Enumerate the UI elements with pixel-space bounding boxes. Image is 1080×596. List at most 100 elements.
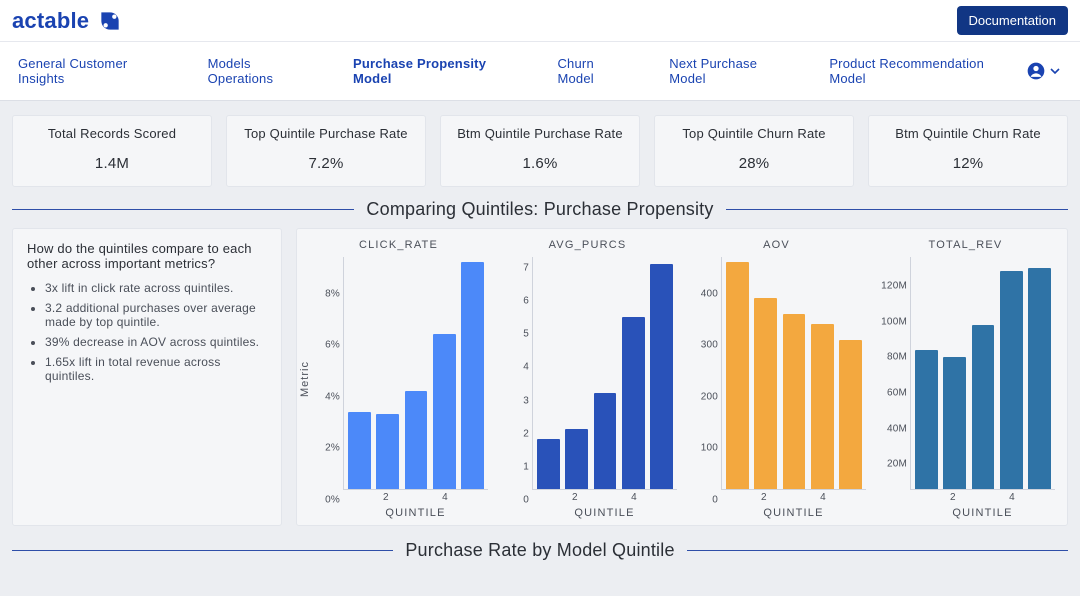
y-tick: 8% [325, 288, 340, 299]
note-bullet: 3x lift in click rate across quintiles. [45, 281, 267, 295]
x-tick: 2 [383, 492, 389, 503]
y-ticks: 20M40M60M80M100M120M [877, 257, 911, 489]
bars [722, 257, 866, 489]
brand-name: actable [12, 8, 89, 34]
y-tick: 1 [523, 461, 529, 472]
bars [533, 257, 677, 489]
bars [911, 257, 1055, 489]
x-axis-label: QUINTILE [343, 507, 488, 519]
x-tick: 4 [442, 492, 448, 503]
kpi-label: Top Quintile Churn Rate [663, 126, 845, 141]
bar [537, 439, 560, 489]
section-title: Comparing Quintiles: Purchase Propensity [366, 199, 713, 220]
y-tick: 4 [523, 362, 529, 373]
y-tick: 6% [325, 340, 340, 351]
x-axis-label: QUINTILE [910, 507, 1055, 519]
divider [12, 209, 354, 210]
note-bullet: 3.2 additional purchases over average ma… [45, 301, 267, 329]
nav-tab[interactable]: Product Recommendation Model [823, 42, 1018, 100]
y-tick: 120M [881, 280, 907, 291]
chart-plot: 0%2%4%6%8% [343, 257, 488, 490]
y-tick: 100M [881, 316, 907, 327]
chart-panel: AVG_PURCS 0 1 2 3 4 5 6 7 24 QUINTILE [498, 239, 677, 519]
nav-tabs: General Customer Insights Models Operatio… [12, 42, 1018, 100]
chart-title: TOTAL_REV [876, 239, 1055, 251]
x-ticks: 24 [532, 490, 677, 503]
note-bullet: 39% decrease in AOV across quintiles. [45, 335, 267, 349]
bar [811, 324, 834, 489]
bar [726, 262, 749, 489]
y-tick: 3 [523, 395, 529, 406]
kpi-card: Btm Quintile Purchase Rate1.6% [440, 115, 640, 187]
x-ticks: 24 [910, 490, 1055, 503]
top-bar: actable Documentation [0, 0, 1080, 42]
y-tick: 40M [887, 423, 907, 434]
x-ticks: 24 [343, 490, 488, 503]
bar [565, 429, 588, 489]
kpi-card: Top Quintile Purchase Rate7.2% [226, 115, 426, 187]
x-tick: 4 [820, 492, 826, 503]
kpi-label: Btm Quintile Purchase Rate [449, 126, 631, 141]
divider [12, 550, 393, 551]
kpi-card: Top Quintile Churn Rate 28% [654, 115, 854, 187]
y-ticks: 0100200300400 [688, 257, 722, 489]
kpi-value: 28% [663, 155, 845, 172]
note-question: How do the quintiles compare to each oth… [27, 241, 267, 271]
y-tick: 0 [712, 495, 718, 506]
quintile-chart-box: Metric CLICK_RATE0%2%4%6%8%24QUINTILEAVG… [296, 228, 1068, 526]
y-tick: 300 [701, 340, 718, 351]
y-tick: 4% [325, 391, 340, 402]
chart-panel: TOTAL_REV 20M40M60M80M100M120M24 QUINTILE [876, 239, 1055, 519]
y-tick: 7 [523, 263, 529, 274]
chart-plot: 0100200300400 [721, 257, 866, 490]
kpi-value: 7.2% [235, 155, 417, 172]
y-tick: 20M [887, 459, 907, 470]
x-axis-label: QUINTILE [532, 507, 677, 519]
y-ticks: 01234567 [499, 257, 533, 489]
note-bullets: 3x lift in click rate across quintiles. 3… [27, 281, 267, 383]
x-tick: 2 [572, 492, 578, 503]
nav-tab[interactable]: Models Operations [202, 42, 319, 100]
bar [943, 357, 966, 489]
user-menu[interactable] [1018, 53, 1068, 89]
nav-tab[interactable]: Next Purchase Model [663, 42, 795, 100]
x-tick: 2 [761, 492, 767, 503]
y-tick: 100 [701, 443, 718, 454]
nav-tab[interactable]: Churn Model [551, 42, 635, 100]
x-ticks: 24 [721, 490, 866, 503]
note-bullet: 1.65x lift in total revenue across quint… [45, 355, 267, 383]
bar [376, 414, 399, 489]
chart-plot: 20M40M60M80M100M120M [910, 257, 1055, 490]
bar [1000, 271, 1023, 489]
kpi-value: 12% [877, 155, 1059, 172]
chart-title: AVG_PURCS [498, 239, 677, 251]
y-tick: 60M [887, 387, 907, 398]
chart-title: AOV [687, 239, 866, 251]
y-tick: 2 [523, 428, 529, 439]
y-tick: 5 [523, 329, 529, 340]
user-icon [1026, 61, 1046, 81]
chart-panel: AOV010020030040024QUINTILE [687, 239, 866, 519]
y-tick: 6 [523, 296, 529, 307]
bar [622, 317, 645, 489]
section-heading-quintiles: Comparing Quintiles: Purchase Propensity [0, 195, 1080, 228]
chevron-down-icon [1050, 66, 1060, 76]
x-tick: 2 [950, 492, 956, 503]
bar [461, 262, 484, 489]
y-tick: 400 [701, 288, 718, 299]
y-tick: 200 [701, 391, 718, 402]
bar [783, 314, 806, 489]
insight-note: How do the quintiles compare to each oth… [12, 228, 282, 526]
y-tick: 0 [523, 495, 529, 506]
y-tick: 0% [325, 495, 340, 506]
bar [972, 325, 995, 489]
kpi-value: 1.4M [21, 155, 203, 172]
y-tick: 2% [325, 443, 340, 454]
bars [344, 257, 488, 489]
documentation-button[interactable]: Documentation [957, 6, 1068, 35]
bar [650, 264, 673, 489]
nav-tab[interactable]: General Customer Insights [12, 42, 174, 100]
nav-tab[interactable]: Purchase Propensity Model [347, 42, 523, 100]
bar [405, 391, 428, 489]
kpi-label: Btm Quintile Churn Rate [877, 126, 1059, 141]
